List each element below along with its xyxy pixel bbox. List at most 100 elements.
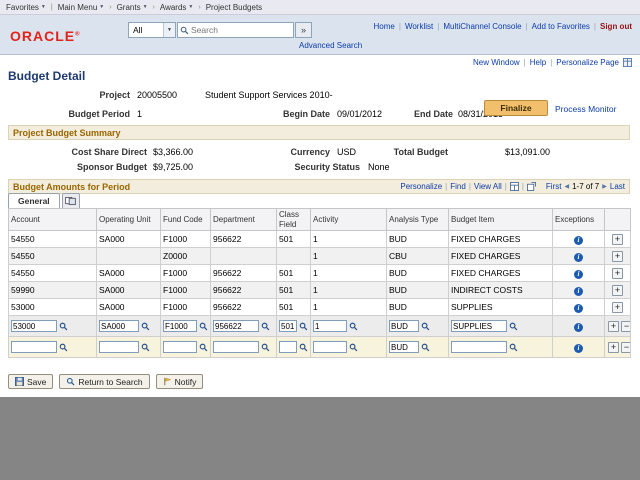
lookup-icon[interactable] [261, 343, 270, 352]
grid-edit-cell [311, 337, 387, 358]
lookup-icon[interactable] [349, 322, 358, 331]
new-window-link[interactable]: New Window [473, 58, 520, 67]
grid-edit-cell [211, 316, 277, 337]
grid-input[interactable] [451, 341, 507, 353]
breadcrumb-main-menu[interactable]: Main Menu ▼ [58, 3, 105, 12]
grid-input[interactable] [313, 320, 347, 332]
save-label: Save [27, 377, 46, 387]
grid-cell: 54550 [9, 231, 97, 248]
breadcrumb-favorites[interactable]: Favorites ▼ [6, 3, 46, 12]
grid-input[interactable] [313, 341, 347, 353]
info-icon[interactable]: i [574, 304, 583, 313]
breadcrumb-project-budgets[interactable]: Project Budgets [206, 3, 262, 12]
finalize-button[interactable]: Finalize [484, 100, 548, 116]
exceptions-cell: i [553, 282, 605, 299]
search-go-button[interactable]: » [295, 22, 312, 38]
lookup-icon[interactable] [141, 343, 150, 352]
process-monitor-link[interactable]: Process Monitor [555, 104, 616, 114]
search-scope-select[interactable]: All ▼ [128, 22, 176, 38]
add-to-favorites-link[interactable]: Add to Favorites [532, 22, 590, 31]
grid-input[interactable] [213, 320, 259, 332]
grid-input[interactable] [213, 341, 259, 353]
grid-input[interactable] [389, 320, 419, 332]
info-icon[interactable]: i [574, 253, 583, 262]
currency-label: Currency [250, 147, 330, 157]
next-page-icon[interactable]: ▶ [602, 183, 607, 190]
add-row-button[interactable]: + [608, 321, 619, 332]
add-row-button[interactable]: + [612, 285, 623, 296]
tab-general[interactable]: General [8, 193, 60, 208]
grid-input[interactable] [279, 320, 297, 332]
info-icon[interactable]: i [574, 344, 583, 353]
grid-cell: 1 [311, 299, 387, 316]
show-all-columns-tab[interactable] [62, 193, 80, 208]
find-link[interactable]: Find [450, 182, 466, 191]
lookup-icon[interactable] [199, 322, 208, 331]
grid-cell: FIXED CHARGES [449, 231, 553, 248]
add-row-button[interactable]: + [612, 251, 623, 262]
info-icon[interactable]: i [574, 287, 583, 296]
grid-input[interactable] [451, 320, 507, 332]
save-button[interactable]: Save [8, 374, 53, 389]
grid-row: i +− [9, 316, 631, 337]
lookup-icon[interactable] [299, 322, 308, 331]
lookup-icon[interactable] [509, 343, 518, 352]
info-icon[interactable]: i [574, 270, 583, 279]
lookup-icon[interactable] [141, 322, 150, 331]
sign-out-link[interactable]: Sign out [600, 22, 632, 31]
last-link[interactable]: Last [610, 182, 625, 191]
lookup-icon[interactable] [199, 343, 208, 352]
breadcrumb-awards[interactable]: Awards ▼ [160, 3, 193, 12]
notify-button[interactable]: Notify [156, 374, 204, 389]
chevron-down-icon[interactable]: ▼ [163, 23, 175, 37]
previous-page-icon[interactable]: ◀ [564, 183, 569, 190]
multichannel-console-link[interactable]: MultiChannel Console [443, 22, 521, 31]
grid-input[interactable] [389, 341, 419, 353]
lookup-icon[interactable] [421, 343, 430, 352]
add-row-button[interactable]: + [608, 342, 619, 353]
grid-edit-cell [449, 337, 553, 358]
zoom-grid-icon[interactable] [527, 182, 536, 191]
personalize-link[interactable]: Personalize [400, 182, 442, 191]
personalize-page-link[interactable]: Personalize Page [556, 58, 619, 67]
lookup-icon[interactable] [509, 322, 518, 331]
grid-input[interactable] [163, 320, 197, 332]
download-icon[interactable] [510, 182, 519, 191]
info-icon[interactable]: i [574, 236, 583, 245]
lookup-icon[interactable] [59, 322, 68, 331]
lookup-icon[interactable] [59, 343, 68, 352]
info-icon[interactable]: i [574, 323, 583, 332]
grid-edit-cell [449, 316, 553, 337]
personalize-grid-icon[interactable] [623, 58, 632, 67]
worklist-link[interactable]: Worklist [405, 22, 433, 31]
add-row-button[interactable]: + [612, 234, 623, 245]
column-header-account: Account [9, 209, 97, 231]
view-all-link[interactable]: View All [474, 182, 502, 191]
delete-row-button[interactable]: − [621, 342, 631, 353]
grid-input[interactable] [99, 320, 139, 332]
lookup-icon[interactable] [299, 343, 308, 352]
add-row-button[interactable]: + [612, 268, 623, 279]
search-input[interactable] [191, 24, 291, 36]
grid-edit-cell [277, 337, 311, 358]
summary-section-header: Project Budget Summary [8, 125, 630, 140]
delete-row-button[interactable]: − [621, 321, 631, 332]
home-link[interactable]: Home [374, 22, 395, 31]
advanced-search-link[interactable]: Advanced Search [299, 41, 362, 50]
currency-value: USD [337, 147, 356, 157]
search-scope-value: All [129, 25, 163, 35]
help-link[interactable]: Help [530, 58, 546, 67]
first-link[interactable]: First [546, 182, 562, 191]
lookup-icon[interactable] [421, 322, 430, 331]
return-to-search-button[interactable]: Return to Search [59, 374, 149, 389]
grid-input[interactable] [11, 341, 57, 353]
oracle-logo: ORACLE® [10, 28, 81, 44]
grid-input[interactable] [279, 341, 297, 353]
grid-input[interactable] [99, 341, 139, 353]
breadcrumb-grants[interactable]: Grants ▼ [117, 3, 148, 12]
grid-input[interactable] [11, 320, 57, 332]
add-row-button[interactable]: + [612, 302, 623, 313]
lookup-icon[interactable] [261, 322, 270, 331]
grid-input[interactable] [163, 341, 197, 353]
lookup-icon[interactable] [349, 343, 358, 352]
